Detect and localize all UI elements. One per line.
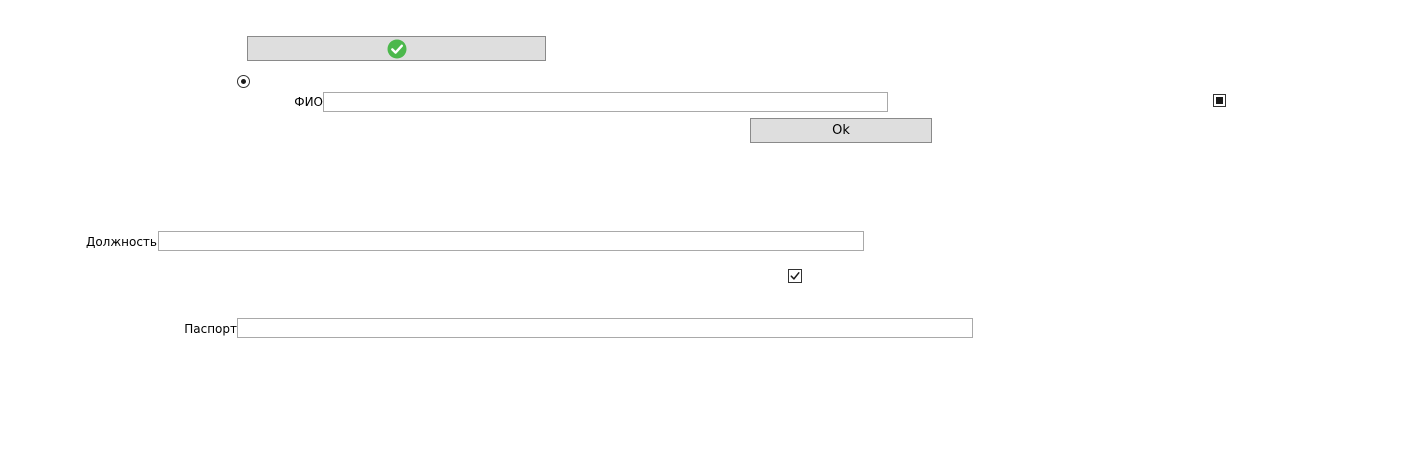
position-label: Должность <box>85 235 157 249</box>
indeterminate-mark <box>1216 97 1223 104</box>
radio-selected-dot <box>241 79 246 84</box>
position-field[interactable] <box>158 231 864 251</box>
checkmark-icon <box>790 272 800 280</box>
radio-button[interactable] <box>237 75 250 88</box>
fio-field[interactable] <box>323 92 888 112</box>
fio-label: ФИО <box>294 95 323 109</box>
passport-field[interactable] <box>237 318 973 338</box>
check-circle-icon <box>387 39 406 58</box>
ok-button[interactable]: Ok <box>750 118 932 143</box>
checked-checkbox[interactable] <box>788 269 802 283</box>
indeterminate-checkbox[interactable] <box>1213 94 1226 107</box>
confirm-icon-button[interactable] <box>247 36 546 61</box>
passport-label: Паспорт <box>184 322 237 336</box>
